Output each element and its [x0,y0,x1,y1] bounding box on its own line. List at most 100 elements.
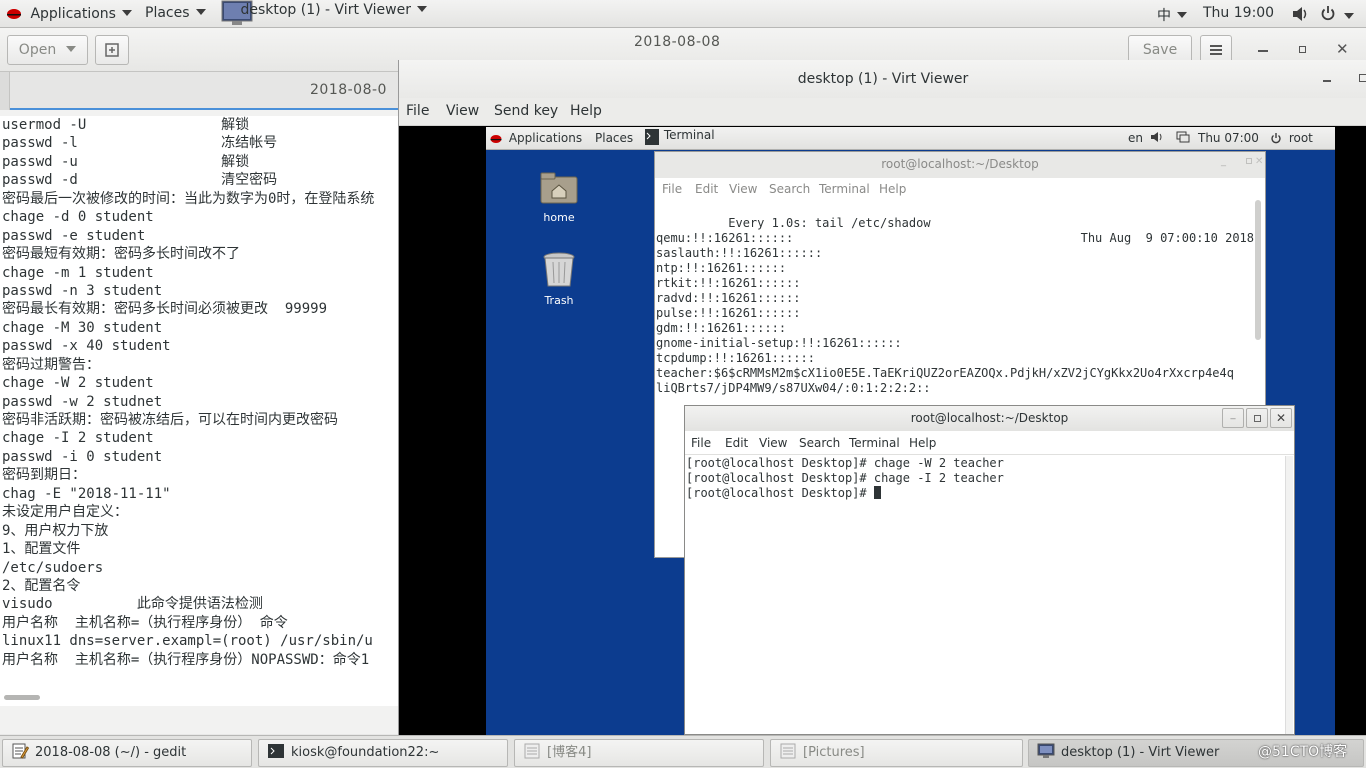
guest-places-menu[interactable]: Places [595,131,633,145]
menu-help[interactable]: Help [909,436,936,450]
terminal-line: [root@localhost Desktop]# chage -W 2 tea… [686,456,1004,470]
guest-clock[interactable]: Thu 07:00 [1198,131,1259,145]
desktop-icon-home[interactable]: home [534,167,584,224]
trash-icon [543,252,575,287]
menu-help[interactable]: Help [570,103,602,119]
menu-edit[interactable]: Edit [695,182,718,196]
task-blog[interactable]: [博客4] [514,739,764,767]
close-icon[interactable]: ✕ [1270,408,1292,428]
clock[interactable]: Thu 19:00 [1203,5,1274,21]
input-method-menu[interactable]: 中 [1157,5,1187,25]
terminal-line: tcpdump:!!:16261:::::: [656,351,815,365]
editor-line: 密码到期日： [2,467,86,484]
editor-line: passwd -d 清空密码 [2,172,278,189]
window-menu[interactable]: desktop (1) - Virt Viewer [220,0,427,26]
terminal-front-content: [root@localhost Desktop]# chage -W 2 tea… [686,456,1283,501]
guest-applications-menu[interactable]: Applications [490,131,582,145]
editor-line: chage -I 2 student [2,430,154,447]
terminal-line: liQBrts7/jDP4MW9/s87UXw04/:0:1:2:2:2:: [656,381,931,395]
terminal-line: rtkit:!!:16261:::::: [656,276,801,290]
new-document-icon [105,43,119,57]
minimize-icon[interactable]: _ [1221,156,1226,167]
open-button[interactable]: Open [7,35,88,65]
menu-view[interactable]: View [729,182,757,196]
task-pictures[interactable]: [Pictures] [770,739,1023,767]
window-list: 2018-08-08 (~/) - gedit kiosk@foundation… [0,735,1366,768]
minimize-icon[interactable] [1258,50,1268,52]
guest-lang[interactable]: en [1128,131,1143,145]
gedit-tab[interactable]: 2018-08-0 [10,72,398,110]
system-menu[interactable] [1320,5,1355,25]
menu-send-key[interactable]: Send key [494,103,558,119]
editor-line: 密码最后一次被修改的时间：当此为数字为0时，在登陆系统 [2,190,375,207]
gedit-text-area[interactable]: usermod -U 解锁 passwd -l 冻结帐号 passwd -u 解锁 p… [0,116,398,706]
places-menu[interactable]: Places [145,5,206,21]
home-folder-icon [540,172,578,204]
menu-file[interactable]: File [406,103,429,119]
volume-icon[interactable] [1291,6,1309,26]
watermark: @51CTO博客 [1258,744,1348,760]
menu-help[interactable]: Help [879,182,906,196]
terminal-line: [root@localhost Desktop]# chage -I 2 tea… [686,471,1004,485]
guest-user-menu[interactable]: root [1270,131,1313,145]
menu-terminal[interactable]: Terminal [849,436,900,450]
menu-edit[interactable]: Edit [725,436,748,450]
volume-icon[interactable] [1150,131,1164,146]
editor-lines: usermod -U 解锁 passwd -l 冻结帐号 passwd -u 解锁 p… [0,116,398,669]
new-document-button[interactable] [95,35,129,65]
terminal-front-scrollbar[interactable] [1285,456,1293,734]
editor-line: chage -M 30 student [2,319,163,336]
terminal-front-menubar: File Edit View Search Terminal Help [685,433,1294,455]
editor-line: /etc/sudoers [2,559,104,576]
virt-viewer-titlebar: desktop (1) - Virt Viewer [399,60,1366,98]
text-editor-icon [12,743,29,759]
editor-line: passwd -i 0 student [2,448,163,465]
virt-viewer-title: desktop (1) - Virt Viewer [797,71,969,87]
terminal-icon [645,129,659,145]
editor-line: chage -d 0 student [2,209,154,226]
applications-menu[interactable]: Applications [6,5,132,22]
minimize-icon[interactable] [1323,80,1331,82]
window-icon [524,743,540,759]
window-icon [780,743,796,759]
menu-view[interactable]: View [446,103,479,119]
editor-line: 密码最短有效期：密码多长时间改不了 [2,246,240,263]
menu-file[interactable]: File [691,436,711,450]
close-icon[interactable]: ✕ [1255,156,1263,167]
editor-line: passwd -l 冻结帐号 [2,135,278,152]
guest-terminal-task[interactable]: Terminal [644,127,715,147]
guest-display[interactable]: Applications Places Terminal en Thu 07:0… [486,127,1335,735]
terminal-line: ntp:!!:16261:::::: [656,261,787,275]
menu-terminal[interactable]: Terminal [819,182,870,196]
maximize-icon[interactable] [1299,46,1306,53]
network-icon[interactable] [1176,131,1190,146]
menu-search[interactable]: Search [769,182,810,196]
maximize-icon[interactable] [1359,74,1366,82]
editor-line: 密码最长有效期：密码多长时间必须被更改 99999 [2,301,327,318]
editor-line: 未设定用户自定义： [2,504,128,521]
maximize-icon[interactable] [1246,158,1252,164]
redhat-logo-icon [7,9,21,19]
chevron-down-icon [1177,12,1187,18]
terminal-front-titlebar: root@localhost:~/Desktop [685,406,1294,431]
task-gedit[interactable]: 2018-08-08 (~/) - gedit [2,739,252,767]
power-icon [1321,6,1335,21]
editor-line: linux11 dns=server.exampl=(root) /usr/sb… [2,633,373,650]
minimize-icon[interactable]: _ [1222,408,1244,428]
editor-line: passwd -w 2 studnet [2,393,163,410]
editor-line: 密码过期警告： [2,356,100,373]
gedit-title: 2018-08-08 [634,34,721,50]
chevron-down-icon [1344,13,1355,19]
menu-view[interactable]: View [759,436,787,450]
maximize-icon[interactable] [1246,408,1268,428]
terminal-window-front[interactable]: root@localhost:~/Desktop _ ✕ File Edit V… [684,405,1295,735]
horizontal-scrollbar[interactable] [4,695,40,700]
terminal-line: [root@localhost Desktop]# [686,486,1283,501]
close-icon[interactable]: ✕ [1336,40,1349,58]
menu-search[interactable]: Search [799,436,840,450]
terminal-back-scrollbar[interactable] [1255,200,1261,340]
editor-line: 9、用户权力下放 [2,522,109,539]
desktop-icon-trash[interactable]: Trash [534,250,584,307]
menu-file[interactable]: File [662,182,682,196]
task-terminal[interactable]: kiosk@foundation22:~ [258,739,508,767]
